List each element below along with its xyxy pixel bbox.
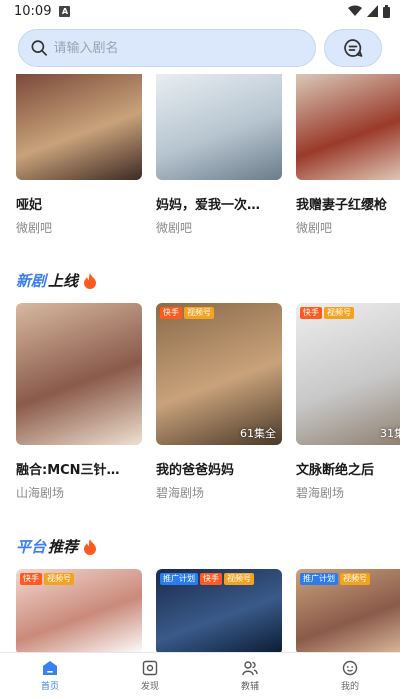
drama-card[interactable]: 妈妈，爱我一次… 微剧吧 (156, 74, 282, 236)
platform-tag: 视频号 (184, 307, 214, 319)
episode-count: 31集全 (380, 427, 400, 440)
platform-tag: 快手 (300, 307, 322, 319)
status-bar: 10:09 A (0, 0, 400, 22)
status-time: 10:09 (14, 3, 52, 19)
drama-card[interactable]: 哑妃 微剧吧 (16, 74, 142, 236)
drama-cover (296, 74, 400, 180)
drama-title: 文脉断绝之后 (296, 463, 375, 478)
drama-source: 微剧吧 (296, 221, 333, 235)
drama-title: 我的爸爸妈妈 (156, 463, 235, 478)
drama-title: 哑妃 (16, 198, 43, 213)
drama-source: 碧海剧场 (156, 486, 205, 500)
drama-card[interactable]: 我赠妻子红缨枪 微剧吧 (296, 74, 400, 236)
main-content[interactable]: 哑妃 微剧吧 妈妈，爱我一次… 微剧吧 我赠妻子红缨枪 微剧吧 新剧 上线 融合:… (0, 74, 400, 652)
nav-profile[interactable]: 我的 (320, 660, 380, 692)
search-bar[interactable] (18, 29, 316, 67)
discover-icon (142, 660, 158, 676)
drama-cover: 推广计划 视频号 (296, 569, 400, 652)
platform-tag: 推广计划 (300, 573, 338, 585)
signal-icon (367, 5, 378, 17)
message-button[interactable] (324, 29, 382, 67)
platform-tags: 推广计划 视频号 (300, 573, 370, 585)
nav-tutoring[interactable]: 教辅 (220, 660, 280, 692)
fire-icon (84, 272, 97, 289)
platform-tag: 视频号 (324, 307, 354, 319)
top-drama-row: 哑妃 微剧吧 妈妈，爱我一次… 微剧吧 我赠妻子红缨枪 微剧吧 (16, 74, 400, 236)
platform-tag: 快手 (160, 307, 182, 319)
drama-cover: 快手视频号 31集全 (296, 303, 400, 445)
drama-title: 妈妈，爱我一次… (156, 198, 261, 213)
drama-card[interactable]: 融合:MCN三针… 山海剧场 (16, 303, 142, 501)
search-icon (31, 40, 47, 56)
platform-tags: 快手 视频号 (160, 307, 214, 319)
platform-tags: 快手 视频号 (300, 307, 354, 319)
drama-cover (156, 74, 282, 180)
platform-tag: 推广计划 (160, 573, 198, 585)
drama-card[interactable]: 推广计划 视频号 (296, 569, 400, 652)
platform-tag: 快手 (200, 573, 222, 585)
drama-cover: 推广计划 快手 视频号 (156, 569, 282, 652)
drama-card[interactable]: 快手 视频号 (16, 569, 142, 652)
episode-count: 61集全 (240, 427, 276, 440)
users-icon (242, 661, 258, 676)
platform-tag: 视频号 (224, 573, 254, 585)
drama-card[interactable]: 推广计划 快手 视频号 (156, 569, 282, 652)
chat-icon (344, 39, 363, 57)
search-input[interactable] (53, 40, 303, 56)
new-drama-row: 融合:MCN三针… 山海剧场 快手 视频号 61集全 我的爸爸妈妈 碧海剧场 快手… (16, 303, 400, 501)
drama-title: 我赠妻子红缨枪 (296, 198, 388, 213)
drama-source: 微剧吧 (156, 221, 193, 235)
platform-tags: 推广计划 快手 视频号 (160, 573, 254, 585)
drama-source: 碧海剧场 (296, 486, 345, 500)
nav-discover[interactable]: 发现 (120, 660, 180, 692)
platform-tag: 视频号 (44, 573, 74, 585)
drama-card[interactable]: 快手 视频号 61集全 我的爸爸妈妈 碧海剧场 (156, 303, 282, 501)
wifi-icon (348, 5, 362, 17)
platform-tag: 视频号 (340, 573, 370, 585)
drama-source: 微剧吧 (16, 221, 53, 235)
profile-icon (342, 660, 358, 676)
drama-cover: 快手 视频号 (16, 569, 142, 652)
drama-cover: 快手 视频号 61集全 (156, 303, 282, 445)
search-header (0, 22, 400, 74)
platform-tags: 快手 视频号 (20, 573, 74, 585)
platform-drama-row: 快手 视频号 推广计划 快手 视频号 推广计划 视频号 (16, 569, 400, 652)
bottom-nav: 首页 发现 教辅 我的 (0, 652, 400, 699)
battery-icon (383, 4, 390, 18)
nav-home[interactable]: 首页 (20, 660, 80, 692)
fire-icon (84, 538, 97, 555)
section-title-new: 新剧 上线 (16, 270, 97, 291)
notification-icon: A (59, 5, 71, 17)
drama-source: 山海剧场 (16, 486, 65, 500)
home-icon (43, 661, 57, 675)
drama-cover (16, 74, 142, 180)
drama-title: 融合:MCN三针… (16, 463, 120, 478)
drama-card[interactable]: 快手视频号 31集全 文脉断绝之后 碧海剧场 (296, 303, 400, 501)
drama-cover (16, 303, 142, 445)
platform-tag: 快手 (20, 573, 42, 585)
section-title-platform: 平台 推荐 (16, 536, 97, 557)
